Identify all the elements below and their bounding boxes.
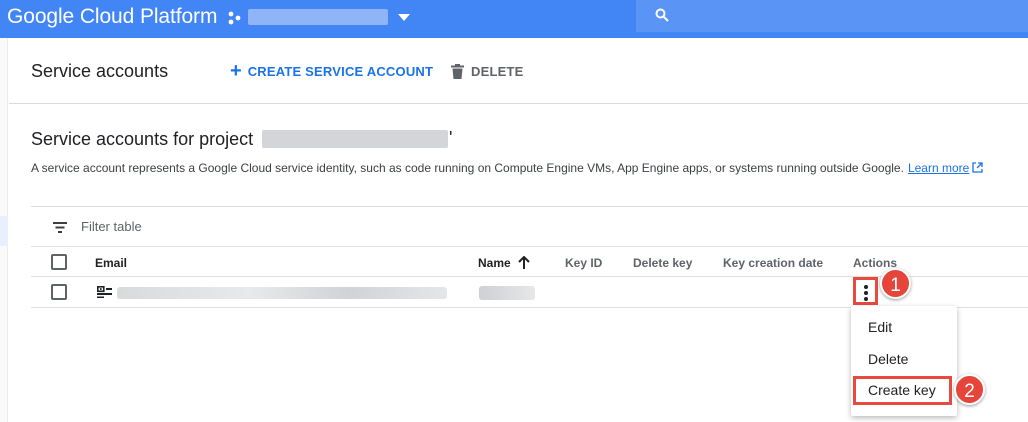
more-vert-icon-dot: [864, 297, 868, 301]
delete-button[interactable]: DELETE: [451, 62, 523, 80]
section-description: A service account represents a Google Cl…: [31, 161, 983, 175]
create-service-account-label: CREATE SERVICE ACCOUNT: [247, 63, 434, 79]
menu-item-edit[interactable]: Edit: [868, 319, 892, 335]
project-name-redacted[interactable]: [248, 9, 388, 25]
search-icon[interactable]: [655, 8, 669, 22]
menu-item-create-key[interactable]: Create key: [853, 376, 952, 405]
create-service-account-button[interactable]: + CREATE SERVICE ACCOUNT: [230, 60, 434, 82]
external-link-icon[interactable]: [972, 162, 983, 173]
sort-ascending-arrow-icon[interactable]: [518, 256, 530, 270]
filter-bar: Filter table: [31, 206, 1028, 246]
page-title: Service accounts: [31, 61, 169, 81]
row-checkbox[interactable]: [51, 284, 67, 300]
column-header-name[interactable]: Name: [478, 256, 511, 270]
more-vert-icon: [864, 285, 868, 289]
search-input[interactable]: [636, 0, 1028, 32]
brand-title[interactable]: Google Cloud Platform: [7, 5, 217, 29]
callout-badge-1: 1: [880, 268, 911, 299]
callout-badge-2: 2: [954, 374, 985, 405]
filter-icon[interactable]: [53, 222, 67, 233]
learn-more-link[interactable]: Learn more: [908, 161, 969, 175]
column-header-key-creation-date[interactable]: Key creation date: [723, 256, 823, 270]
more-vert-icon-dot: [864, 291, 868, 295]
column-header-email[interactable]: Email: [95, 256, 127, 270]
description-text: A service account represents a Google Cl…: [31, 161, 904, 175]
menu-item-delete[interactable]: Delete: [868, 351, 908, 367]
row-actions-menu: Edit Delete Create key: [851, 306, 957, 416]
column-header-delete-key[interactable]: Delete key: [633, 256, 692, 270]
top-app-bar: Google Cloud Platform: [0, 0, 1028, 38]
section-title: Service accounts for project: [31, 129, 254, 149]
left-nav-rail: [0, 38, 8, 422]
project-dots-icon[interactable]: [227, 10, 243, 26]
row-actions-more-button[interactable]: [853, 277, 878, 305]
service-account-name-redacted: [479, 286, 535, 300]
left-nav-selected-item[interactable]: [0, 216, 8, 246]
select-all-checkbox[interactable]: [51, 254, 67, 270]
table-header-row: Email Name Key ID Delete key Key creatio…: [31, 246, 1028, 277]
table-row: [31, 277, 1028, 308]
trash-icon: [451, 63, 464, 79]
service-account-email-redacted[interactable]: [117, 287, 447, 299]
column-header-key-id[interactable]: Key ID: [565, 256, 602, 270]
filter-input[interactable]: Filter table: [81, 219, 142, 234]
service-account-key-icon: [97, 286, 112, 298]
section-title-quote: ': [449, 128, 453, 148]
chevron-down-icon[interactable]: [398, 14, 410, 21]
delete-label: DELETE: [471, 63, 524, 79]
project-id-redacted: [262, 130, 448, 148]
plus-icon: +: [230, 60, 242, 82]
